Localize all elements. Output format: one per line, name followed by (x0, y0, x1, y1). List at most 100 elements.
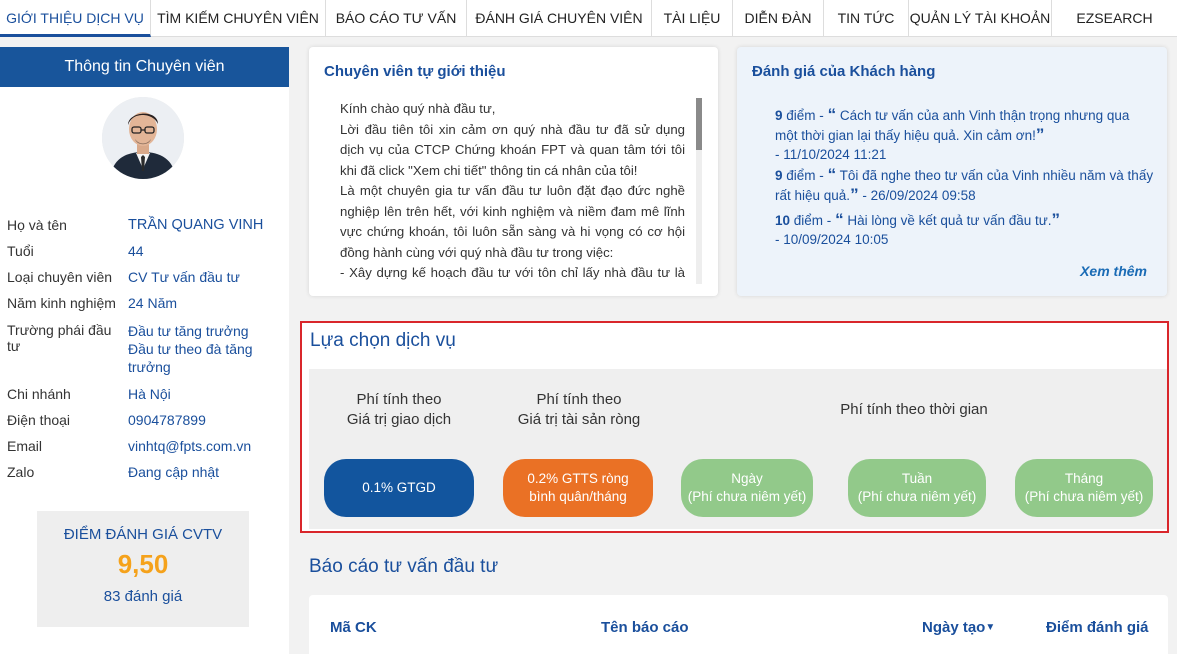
option-month[interactable]: Tháng (Phí chưa niêm yết) (1015, 459, 1153, 517)
reviews-title: Đánh giá của Khách hàng (752, 63, 936, 80)
option-line: bình quân/tháng (529, 489, 627, 504)
advisor-score-box: ĐIỂM ĐÁNH GIÁ CVTV 9,50 83 đánh giá (37, 511, 249, 627)
score-title: ĐIỂM ĐÁNH GIÁ CVTV (63, 526, 223, 543)
option-line: (Phí chưa niêm yết) (1024, 489, 1144, 504)
info-row-phone: Điện thoại 0904787899 (7, 412, 287, 438)
review-date: - 10/09/2024 10:05 (775, 232, 889, 247)
intro-scrollbar[interactable] (696, 98, 702, 284)
reports-title: Báo cáo tư vấn đầu tư (309, 556, 499, 577)
option-line: (Phí chưa niêm yết) (687, 489, 807, 504)
review-item: 10 điểm - “ Hài lòng về kết quả tư vấn đ… (775, 210, 1155, 249)
avatar (102, 97, 184, 179)
service-label-transaction: Phí tính theo Giá trị giao dịch (329, 390, 469, 430)
option-week[interactable]: Tuần (Phí chưa niêm yết) (848, 459, 986, 517)
nav-item-danh-gia-chuyen-vien[interactable]: ĐÁNH GIÁ CHUYÊN VIÊN (467, 0, 652, 37)
review-unit: điểm - (786, 108, 824, 123)
option-line: 0.2% GTTS ròng (527, 471, 629, 486)
nav-item-quan-ly-tai-khoan[interactable]: QUẢN LÝ TÀI KHOẢN (909, 0, 1052, 37)
review-item: 9 điểm - “ Cách tư vấn của anh Vinh thận… (775, 105, 1155, 164)
option-line: (Phí chưa niêm yết) (857, 489, 977, 504)
info-row-style: Trường phái đầu tư Đầu tư tăng trưởng Đầ… (7, 322, 287, 386)
column-header-score[interactable]: Điểm đánh giá (1046, 619, 1149, 636)
review-unit: điểm - (793, 213, 832, 228)
info-row-branch: Chi nhánh Hà Nội (7, 386, 287, 412)
review-date: - 11/10/2024 11:21 (775, 147, 887, 162)
advisor-sidebar: Thông tin Chuyên viên Họ và tên TRẦN QUA… (0, 47, 289, 654)
service-selection: Lựa chọn dịch vụ Phí tính theo Giá trị g… (300, 321, 1169, 533)
review-text: Hài lòng về kết quả tư vấn đầu tư. (847, 213, 1052, 228)
label-line: Phí tính theo (536, 391, 622, 408)
nav-item-bao-cao-tu-van[interactable]: BÁO CÁO TƯ VẤN (326, 0, 467, 37)
info-row-email: Email vinhtq@fpts.com.vn (7, 438, 287, 464)
service-title: Lựa chọn dịch vụ (310, 330, 456, 351)
open-quote-icon: “ (827, 165, 837, 184)
option-line: Tuần (901, 471, 933, 486)
person-photo-icon (102, 97, 184, 179)
info-label: Trường phái đầu tư (7, 322, 112, 354)
intro-line: Kính chào quý nhà đầu tư, (340, 101, 496, 116)
scrollbar-thumb[interactable] (696, 98, 702, 150)
service-label-time: Phí tính theo thời gian (799, 400, 1029, 420)
intro-line: Là một chuyên gia tư vấn đầu tư luôn đặt… (340, 183, 685, 260)
info-value: Đầu tư tăng trưởng Đầu tư theo đà tăng t… (128, 322, 278, 386)
intro-text[interactable]: Kính chào quý nhà đầu tư, Lời đầu tiên t… (340, 99, 685, 286)
info-row-experience: Năm kinh nghiệm 24 Năm (7, 295, 287, 322)
info-value: TRẦN QUANG VINH (128, 217, 264, 233)
info-label: Chi nhánh (7, 386, 71, 402)
open-quote-icon: “ (827, 105, 837, 124)
review-item: 9 điểm - “ Tôi đã nghe theo tư vấn của V… (775, 165, 1155, 205)
nav-item-tai-lieu[interactable]: TÀI LIỆU (652, 0, 733, 37)
label-line: Giá trị tài sản ròng (517, 411, 641, 428)
review-unit: điểm - (786, 168, 824, 183)
info-label: Điện thoại (7, 412, 71, 428)
option-line: Tháng (1064, 471, 1104, 486)
intro-line: - Xây dựng kế hoạch đầu tư với tôn chỉ l… (340, 265, 685, 286)
nav-item-ezsearch[interactable]: EZSEARCH (1052, 0, 1177, 37)
intro-card: Chuyên viên tự giới thiệu Kính chào quý … (309, 47, 718, 296)
option-day[interactable]: Ngày (Phí chưa niêm yết) (681, 459, 813, 517)
column-header-code[interactable]: Mã CK (330, 619, 377, 636)
see-more-link[interactable]: Xem thêm (1080, 263, 1147, 279)
service-panel: Phí tính theo Giá trị giao dịch Phí tính… (309, 369, 1167, 529)
option-transaction-fee[interactable]: 0.1% GTGD (324, 459, 474, 517)
info-label: Loại chuyên viên (7, 269, 113, 285)
label-line: Giá trị giao dịch (346, 411, 452, 428)
rating-count[interactable]: 83 đánh giá (37, 588, 249, 605)
nav-item-tin-tuc[interactable]: TIN TỨC (824, 0, 909, 37)
reviews-card: Đánh giá của Khách hàng 9 điểm - “ Cách … (737, 47, 1167, 296)
info-value: CV Tư vấn đầu tư (128, 269, 240, 285)
review-date: - 26/09/2024 09:58 (862, 188, 976, 203)
info-value: 44 (128, 243, 144, 259)
info-value[interactable]: vinhtq@fpts.com.vn (128, 438, 278, 464)
column-header-date[interactable]: Ngày tạo▼ (922, 619, 995, 636)
info-value: 24 Năm (128, 295, 178, 311)
nav-item-gioi-thieu-dich-vu[interactable]: GIỚI THIỆU DỊCH VỤ (0, 0, 151, 37)
info-label: Email (7, 438, 43, 454)
review-score: 10 (775, 213, 791, 228)
sort-down-icon: ▼ (985, 622, 996, 633)
info-row-type: Loại chuyên viên CV Tư vấn đầu tư (7, 269, 287, 295)
label-line: Phí tính theo thời gian (840, 401, 988, 418)
info-row-name: Họ và tên TRẦN QUANG VINH (7, 217, 287, 243)
info-label: Họ và tên (7, 217, 67, 233)
score-value: 9,50 (117, 549, 169, 579)
info-label: Zalo (7, 464, 35, 480)
open-quote-icon: “ (835, 210, 844, 229)
close-quote-icon: ” (850, 185, 859, 204)
label-line: Phí tính theo (356, 391, 442, 408)
advisor-info: Họ và tên TRẦN QUANG VINH Tuổi 44 Loại c… (7, 217, 287, 490)
nav-item-tim-kiem-chuyen-vien[interactable]: TÌM KIẾM CHUYÊN VIÊN (151, 0, 326, 37)
info-row-zalo: Zalo Đang cập nhật (7, 464, 287, 490)
style-value-1: Đầu tư tăng trưởng (128, 323, 249, 339)
service-label-nav: Phí tính theo Giá trị tài sản ròng (499, 390, 659, 430)
info-value: Hà Nội (128, 386, 171, 402)
style-value-2: Đầu tư theo đà tăng trưởng (128, 341, 253, 375)
column-header-report-name[interactable]: Tên báo cáo (601, 619, 689, 636)
option-nav-fee[interactable]: 0.2% GTTS ròng bình quân/tháng (503, 459, 653, 517)
close-quote-icon: ” (1035, 125, 1045, 144)
review-score: 9 (775, 108, 783, 123)
nav-item-dien-dan[interactable]: DIỄN ĐÀN (733, 0, 824, 37)
review-score: 9 (775, 168, 783, 183)
info-value: Đang cập nhật (128, 464, 220, 480)
info-value[interactable]: 0904787899 (128, 412, 278, 438)
